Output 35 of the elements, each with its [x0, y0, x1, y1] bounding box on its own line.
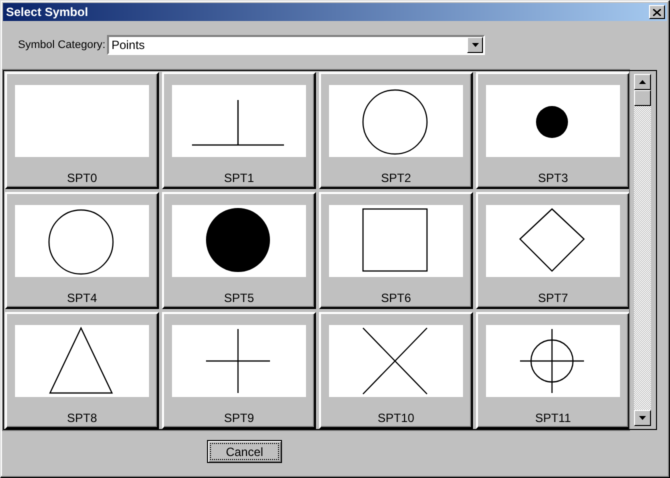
cross-icon — [362, 328, 428, 394]
tee-icon — [192, 100, 284, 146]
symbol-tile[interactable]: SPT8 — [5, 312, 159, 429]
field-label: Symbol Category: — [18, 39, 106, 51]
symbol-tile[interactable]: SPT0 — [5, 72, 159, 189]
scrollbar-thumb[interactable] — [634, 90, 651, 106]
symbol-tile[interactable]: SPT7 — [476, 192, 630, 309]
symbol-tile[interactable]: SPT4 — [5, 192, 159, 309]
symbol-tile[interactable]: SPT9 — [162, 312, 316, 429]
down-arrow-icon — [639, 416, 646, 420]
cancel-button[interactable]: Cancel — [207, 440, 282, 463]
plus-icon — [206, 329, 270, 393]
caret-icon — [472, 43, 479, 47]
symbol-tile[interactable]: SPT3 — [476, 72, 630, 189]
disc-icon — [206, 208, 270, 272]
circle-icon — [362, 89, 428, 155]
dot-icon — [536, 106, 568, 138]
symbol-tile[interactable]: SPT11 — [476, 312, 630, 429]
square-icon — [362, 208, 428, 272]
symbol-tile[interactable]: SPT1 — [162, 72, 316, 189]
diamond-icon — [519, 208, 585, 272]
close-button[interactable] — [649, 5, 665, 19]
scroll-down-button[interactable] — [634, 410, 651, 426]
symbol-tile[interactable]: SPT10 — [319, 312, 473, 429]
circle-icon — [48, 209, 114, 275]
window-title: Select Symbol — [6, 5, 88, 19]
category-dropdown[interactable]: Points — [107, 35, 486, 55]
symbol-tile[interactable]: SPT6 — [319, 192, 473, 309]
symbol-tile[interactable]: SPT2 — [319, 72, 473, 189]
triangle-icon — [49, 326, 113, 394]
crosshair-icon — [520, 329, 584, 393]
scroll-up-button[interactable] — [634, 74, 651, 90]
up-arrow-icon — [639, 80, 646, 84]
symbol-tile[interactable]: SPT5 — [162, 192, 316, 309]
close-icon — [653, 8, 661, 16]
